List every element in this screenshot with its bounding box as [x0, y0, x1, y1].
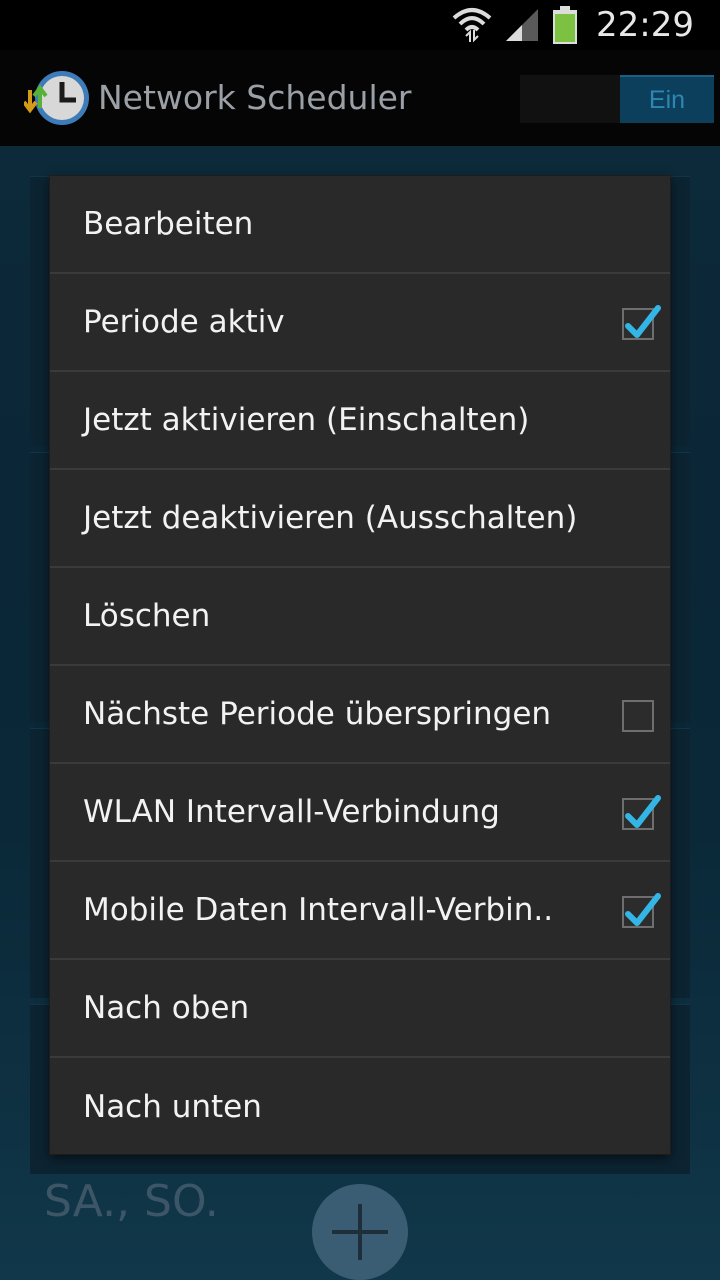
checkbox-checked[interactable] — [622, 795, 661, 830]
checkmark-icon — [625, 795, 661, 828]
menu-item-nachste-periode-uberspringen[interactable]: Nächste Periode überspringen — [50, 666, 670, 764]
menu-item-label: Nach unten — [83, 1089, 262, 1125]
battery-icon — [553, 6, 578, 44]
menu-item-jetzt-deaktivieren-ausschalten[interactable]: Jetzt deaktivieren (Ausschalten) — [50, 470, 670, 568]
checkbox-unchecked[interactable] — [622, 700, 654, 732]
context-menu: Bearbeiten Periode aktiv Jetzt aktivieren … — [50, 176, 670, 1154]
toggle-on-label: Ein — [620, 75, 714, 123]
add-button[interactable] — [312, 1184, 408, 1280]
menu-item-jetzt-aktivieren-einschalten[interactable]: Jetzt aktivieren (Einschalten) — [50, 372, 670, 470]
menu-item-periode-aktiv[interactable]: Periode aktiv — [50, 274, 670, 372]
network-toggle[interactable]: Ein — [520, 75, 714, 123]
menu-item-label: Löschen — [83, 598, 211, 634]
menu-item-loschen[interactable]: Löschen — [50, 568, 670, 666]
status-bar: 22:29 — [0, 0, 720, 50]
menu-item-label: Mobile Daten Intervall-Verbin.. — [83, 892, 554, 928]
app-logo-icon — [24, 71, 89, 125]
menu-item-nach-unten[interactable]: Nach unten — [50, 1058, 670, 1156]
menu-item-label: Nach oben — [83, 990, 250, 1026]
signal-icon — [506, 9, 539, 41]
app-title: Network Scheduler — [98, 78, 412, 117]
checkmark-icon — [625, 893, 661, 926]
action-bar: Network Scheduler Ein — [0, 50, 720, 146]
menu-item-nach-oben[interactable]: Nach oben — [50, 960, 670, 1058]
menu-item-mobile-daten-intervall-verbin[interactable]: Mobile Daten Intervall-Verbin.. — [50, 862, 670, 960]
menu-item-label: Jetzt deaktivieren (Ausschalten) — [83, 500, 578, 536]
menu-item-label: Jetzt aktivieren (Einschalten) — [83, 402, 530, 438]
menu-item-label: Periode aktiv — [83, 304, 285, 340]
checkmark-icon — [625, 305, 661, 338]
checkbox-checked[interactable] — [622, 305, 661, 340]
schedule-days: SA., SO. — [44, 1176, 219, 1227]
menu-item-label: Nächste Periode überspringen — [83, 696, 552, 732]
menu-item-bearbeiten[interactable]: Bearbeiten — [50, 176, 670, 274]
menu-item-label: Bearbeiten — [83, 206, 254, 242]
menu-item-label: WLAN Intervall-Verbindung — [83, 794, 500, 830]
checkbox-checked[interactable] — [622, 893, 661, 928]
menu-item-wlan-intervall-verbindung[interactable]: WLAN Intervall-Verbindung — [50, 764, 670, 862]
clock: 22:29 — [596, 5, 694, 45]
wifi-icon — [452, 8, 492, 43]
